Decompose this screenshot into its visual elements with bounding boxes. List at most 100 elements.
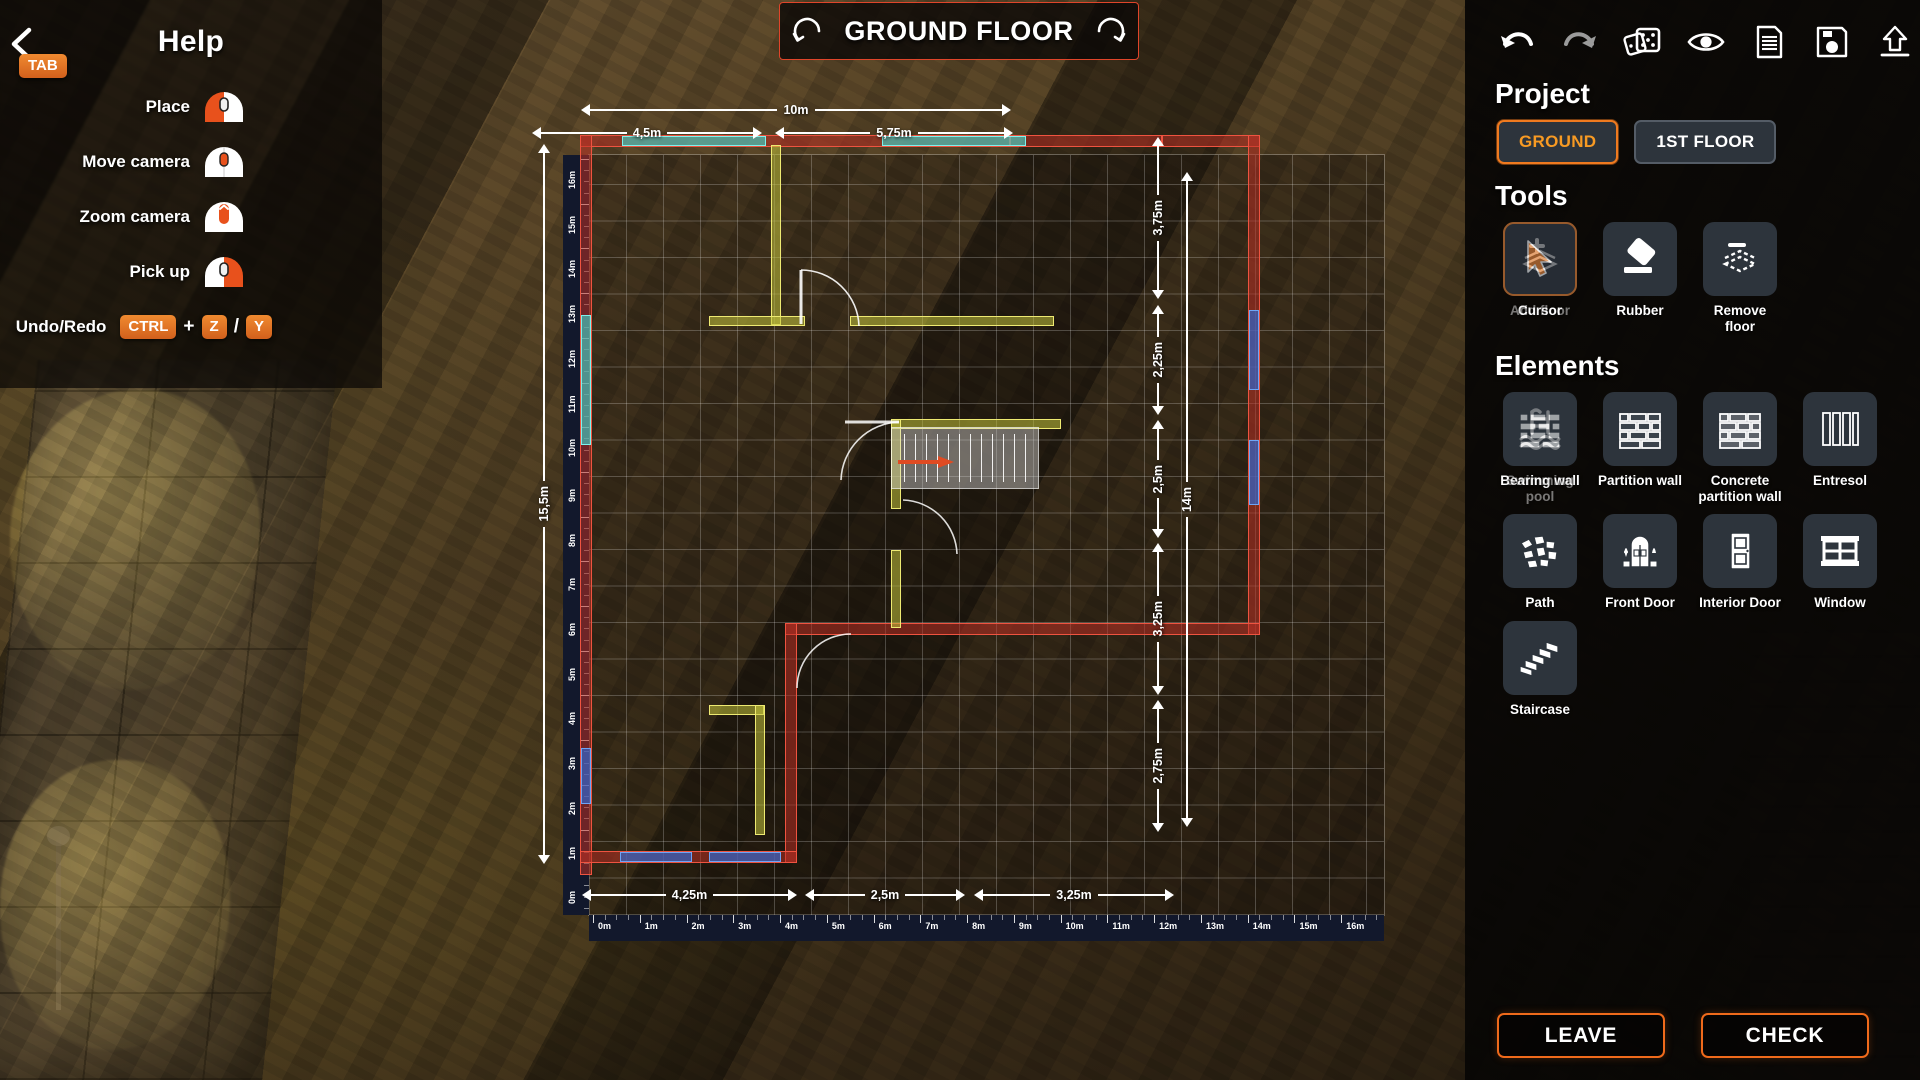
element-window[interactable]: Window <box>1797 514 1883 611</box>
tool-add-floor[interactable]: Add floor <box>1497 222 1583 319</box>
door-swing-upper[interactable] <box>799 268 863 332</box>
tool-rubber[interactable]: Rubber <box>1597 222 1683 334</box>
partition-wall-horizontal-left[interactable] <box>709 316 805 326</box>
floor-title-text: GROUND FLOOR <box>844 15 1074 46</box>
eye-icon[interactable] <box>1686 22 1726 62</box>
partition-wall-lower-vertical[interactable] <box>755 705 765 835</box>
ruler-label: 4m <box>567 712 577 726</box>
leave-button[interactable]: LEAVE <box>1497 1013 1665 1058</box>
check-button[interactable]: CHECK <box>1701 1013 1869 1058</box>
redo-icon[interactable] <box>1560 22 1600 62</box>
undo-icon[interactable] <box>1497 22 1537 62</box>
dimension-right-seg-5: 2,75m <box>1151 700 1165 833</box>
dimension-bottom-seg-1: 4,25m <box>582 888 798 902</box>
element-front-door[interactable]: Front Door <box>1597 514 1683 611</box>
window-right-lower[interactable] <box>1249 440 1259 505</box>
staircase[interactable] <box>891 427 1039 489</box>
ruler-tick-minor <box>628 915 630 920</box>
ruler-label: 12m <box>1159 921 1178 931</box>
ruler-tick-minor <box>584 885 589 887</box>
ruler-tick-minor <box>791 915 793 920</box>
eraser-icon <box>1603 222 1677 296</box>
ruler-label: 16m <box>567 170 577 189</box>
tool-remove-floor[interactable]: Remove floor <box>1697 222 1783 334</box>
partition-wall-vertical-top[interactable] <box>771 145 781 325</box>
element-concrete-partition-wall[interactable]: Concrete partition wall <box>1697 392 1783 504</box>
ruler-tick <box>1107 915 1109 923</box>
ruler-tick <box>1247 915 1249 923</box>
dimension-label: 14m <box>1180 486 1194 513</box>
ruler-tick-minor <box>744 915 746 920</box>
dimension-bottom-seg-3: 3,25m <box>974 888 1175 902</box>
element-entresol[interactable]: Entresol <box>1797 392 1883 504</box>
partition-wall-mid-vertical-lower[interactable] <box>891 550 901 628</box>
door-swing-middle[interactable] <box>837 420 901 484</box>
ruler-label: 9m <box>1018 921 1032 931</box>
elements-heading: Elements <box>1495 350 1620 382</box>
ruler-tick-minor <box>674 915 676 920</box>
door-swing-bottom[interactable] <box>795 632 853 690</box>
export-icon[interactable] <box>1875 22 1915 62</box>
ruler-tick-minor <box>663 915 665 920</box>
rotate-left-icon[interactable] <box>788 12 826 50</box>
remove-floor-icon <box>1703 222 1777 296</box>
element-label: Path <box>1525 595 1555 611</box>
element-staircase[interactable]: Staircase <box>1497 620 1583 718</box>
ruler-tick-minor <box>709 915 711 920</box>
floor-plan-canvas[interactable]: 0m 1m 2m 3m 4m 5m 6m 7m 8m 9m 10m 11m 12m 13m 14m 15m 16… <box>532 103 1387 965</box>
element-partition-wall[interactable]: Partition wall <box>1597 392 1683 504</box>
element-interior-door[interactable]: Interior Door <box>1697 514 1783 611</box>
project-heading: Project <box>1495 78 1590 109</box>
window-left-lower[interactable] <box>581 748 591 804</box>
window-bottom-left[interactable] <box>620 852 692 862</box>
top-toolbar <box>1465 0 1920 62</box>
ruler-tick-minor <box>850 915 852 920</box>
swimming-pool-icon <box>1503 392 1577 467</box>
element-path[interactable]: Path <box>1497 514 1583 611</box>
ruler-tick-minor <box>1282 915 1284 920</box>
element-swimming-pool[interactable]: Swimming pool <box>1497 392 1583 504</box>
window-right-upper[interactable] <box>1249 310 1259 390</box>
ruler-tick-minor <box>908 915 910 920</box>
ruler-label: 4m <box>785 921 799 931</box>
ruler-tick-minor <box>698 915 700 920</box>
ruler-label: 2m <box>567 801 577 815</box>
ruler-tick <box>686 915 688 923</box>
floor-tab-ground[interactable]: GROUND <box>1497 120 1619 164</box>
tree-foliage <box>0 760 230 1050</box>
stair-direction-arrow <box>898 455 954 468</box>
ruler-tick-minor <box>1002 915 1004 920</box>
bearing-wall-top-right[interactable] <box>1162 135 1260 147</box>
dice-icon[interactable] <box>1623 22 1663 62</box>
window-bottom-right[interactable] <box>709 852 781 862</box>
ruler-tick-minor <box>1048 915 1050 920</box>
dimension-right-seg-2: 2,25m <box>1151 305 1165 416</box>
ruler-tick-minor <box>1329 915 1331 920</box>
dimension-label: 4,5m <box>632 126 662 140</box>
ruler-label: 3m <box>738 921 752 931</box>
window-left-upper[interactable] <box>581 315 591 445</box>
dimension-right-seg-4: 3,25m <box>1151 543 1165 696</box>
element-label: Concrete partition wall <box>1698 473 1782 504</box>
ruler-label: 13m <box>1205 921 1224 931</box>
ruler-tick-minor <box>803 915 805 920</box>
bearing-wall-top-mid[interactable] <box>1010 135 1162 147</box>
dimension-label: 2,25m <box>1151 342 1165 378</box>
rotate-right-icon[interactable] <box>1092 12 1130 50</box>
door-swing-lower-right[interactable] <box>901 498 961 558</box>
ruler-tick <box>873 915 875 923</box>
dimension-label: 15,5m <box>537 486 551 522</box>
ruler-label: 8m <box>972 921 986 931</box>
ruler-tick <box>967 915 969 923</box>
document-icon[interactable] <box>1749 22 1789 62</box>
right-sidebar: Project GROUND 1ST FLOOR Tools Cursor Ru… <box>1465 0 1920 1080</box>
interior-door-icon <box>1703 514 1777 589</box>
ruler-label: 11m <box>1112 921 1130 931</box>
ruler-tick <box>639 915 641 923</box>
save-icon[interactable] <box>1812 22 1852 62</box>
ruler-label: 14m <box>1252 921 1271 931</box>
floor-tab-first[interactable]: 1ST FLOOR <box>1634 120 1777 164</box>
ruler-tick-minor <box>721 915 723 920</box>
partition-wall-horizontal-right[interactable] <box>850 316 1054 326</box>
dimension-right-total: 14m <box>1180 172 1194 827</box>
